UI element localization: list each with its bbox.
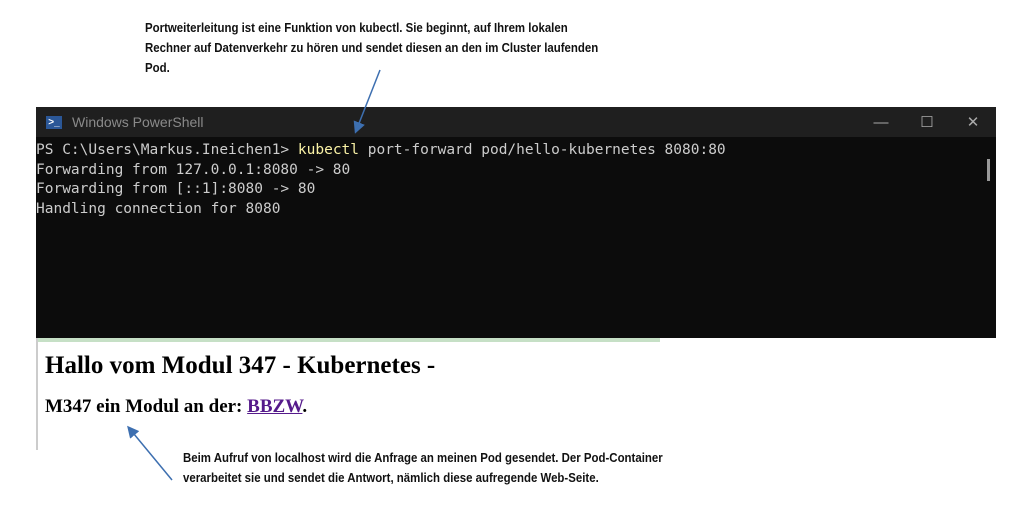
arrow-bottom <box>127 425 173 481</box>
annotation-arrows <box>127 69 381 481</box>
arrow-top <box>353 69 381 134</box>
